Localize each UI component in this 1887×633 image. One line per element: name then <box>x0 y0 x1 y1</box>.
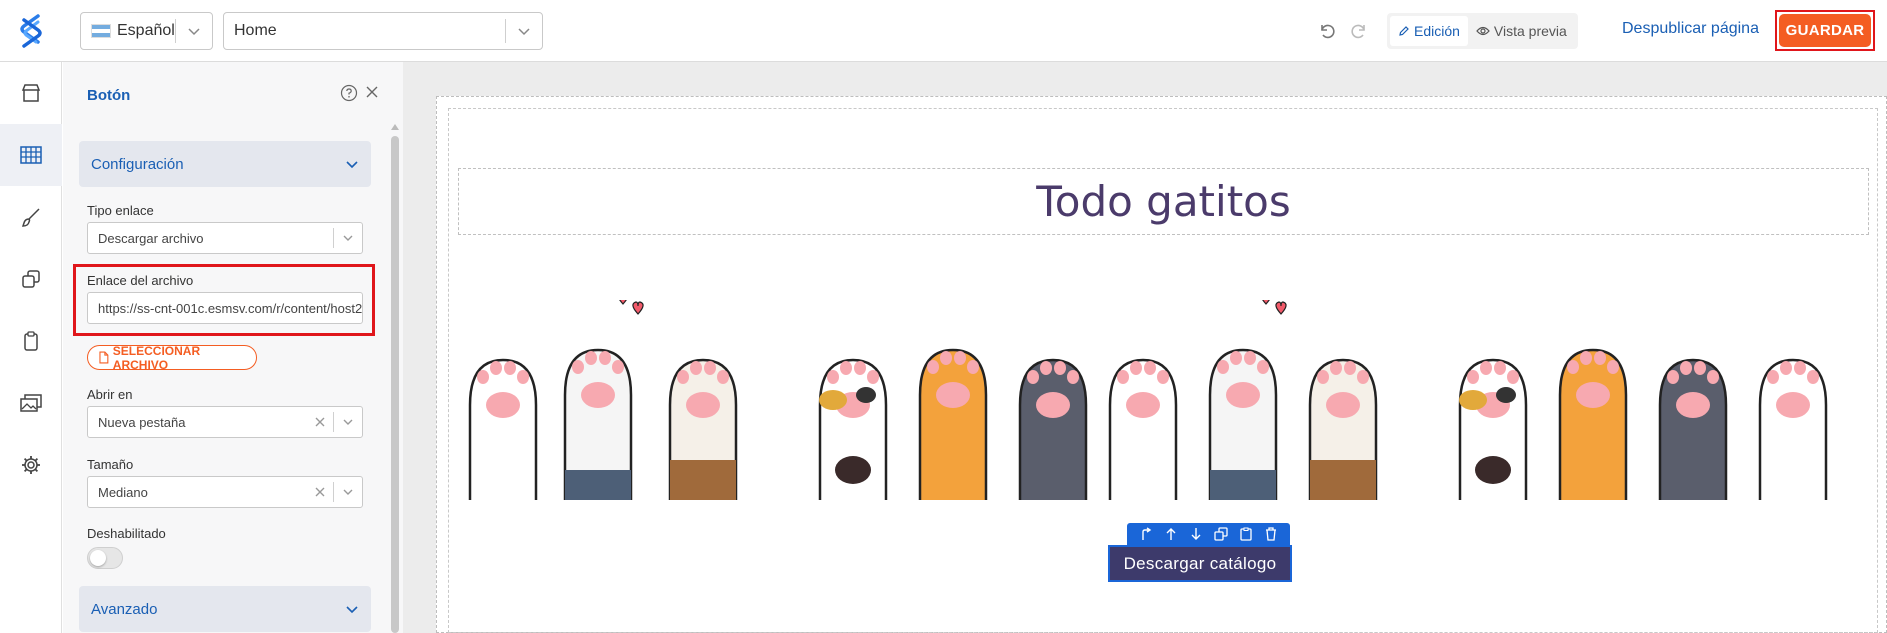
paw-group-right <box>1108 300 1378 500</box>
clipboard-icon <box>1240 527 1252 541</box>
redo-button[interactable] <box>1346 18 1372 44</box>
file-link-label: Enlace del archivo <box>87 273 194 288</box>
rail-settings[interactable] <box>0 434 62 496</box>
panel-content: Botón Configuración Tipo enlace Descarga… <box>63 62 390 633</box>
argentina-flag-icon <box>91 24 111 38</box>
advanced-section-label: Avanzado <box>91 600 158 618</box>
file-icon <box>99 351 109 364</box>
select-parent-button[interactable] <box>1137 525 1155 543</box>
chevron-down-icon <box>334 416 362 428</box>
help-icon[interactable] <box>340 84 358 102</box>
rail-grid[interactable] <box>0 124 62 186</box>
language-select[interactable]: Español <box>80 12 213 50</box>
clear-icon[interactable] <box>307 417 333 427</box>
chevron-down-icon <box>176 24 212 38</box>
panel-scrollbar[interactable] <box>391 124 399 633</box>
chevron-down-icon <box>334 486 362 498</box>
disabled-label: Deshabilitado <box>87 526 166 541</box>
chevron-down-icon <box>334 232 362 244</box>
open-in-label: Abrir en <box>87 387 133 402</box>
select-file-button[interactable]: SELECCIONAR ARCHIVO <box>87 343 257 372</box>
store-icon <box>21 84 41 102</box>
panel-title: Botón <box>87 87 131 104</box>
open-in-value: Nueva pestaña <box>98 414 186 430</box>
close-icon[interactable] <box>365 85 379 99</box>
eye-icon <box>1476 26 1490 36</box>
rail-media[interactable] <box>0 372 62 434</box>
arrow-up-icon <box>1166 528 1176 540</box>
size-select[interactable]: Mediano <box>87 476 363 508</box>
file-link-input[interactable]: https://ss-cnt-001c.esmsv.com/r/content/… <box>87 292 363 324</box>
gear-icon <box>22 456 40 474</box>
properties-panel: Botón Configuración Tipo enlace Descarga… <box>63 62 403 633</box>
arrow-down-icon <box>1191 528 1201 540</box>
left-rail <box>0 62 62 633</box>
config-section-header[interactable]: Configuración <box>79 141 371 187</box>
disabled-toggle[interactable] <box>87 547 123 569</box>
config-section-label: Configuración <box>91 155 184 173</box>
element-toolbar <box>1127 523 1290 545</box>
edit-mode-label: Edición <box>1414 23 1460 39</box>
arrow-up-corner-icon <box>1141 527 1151 540</box>
rail-clipboard[interactable] <box>0 310 62 372</box>
scroll-up-arrow-icon[interactable] <box>391 124 399 130</box>
paw-group-far-right <box>1458 348 1828 500</box>
unpublish-link[interactable]: Despublicar página <box>1622 20 1759 38</box>
download-catalog-button[interactable]: Descargar catálogo <box>1108 545 1292 582</box>
undo-button[interactable] <box>1314 18 1340 44</box>
preview-mode-label: Vista previa <box>1493 23 1567 39</box>
title-block[interactable]: Todo gatitos <box>458 168 1869 235</box>
save-button[interactable]: GUARDAR <box>1779 14 1871 47</box>
select-file-label: SELECCIONAR ARCHIVO <box>112 343 201 372</box>
language-value: Español <box>117 22 175 39</box>
heading-text: Todo gatitos <box>1036 177 1291 226</box>
app-logo-icon[interactable] <box>16 12 46 50</box>
rail-store[interactable] <box>0 62 62 124</box>
link-type-label: Tipo enlace <box>87 203 154 218</box>
duplicate-button[interactable] <box>1212 525 1230 543</box>
rail-design[interactable] <box>0 186 62 248</box>
page-select[interactable]: Home <box>223 12 543 50</box>
clipboard-button[interactable] <box>1237 525 1255 543</box>
chevron-down-icon <box>346 606 358 614</box>
rail-pages[interactable] <box>0 248 62 310</box>
move-up-button[interactable] <box>1162 525 1180 543</box>
mode-toggle: Edición Vista previa <box>1387 13 1578 49</box>
cat-paws-image[interactable] <box>458 300 1878 500</box>
paw-group-mid <box>818 348 1088 500</box>
link-type-value: Descargar archivo <box>98 230 204 246</box>
undo-icon <box>1321 24 1335 39</box>
clear-icon[interactable] <box>307 487 333 497</box>
file-link-value: https://ss-cnt-001c.esmsv.com/r/content/… <box>98 300 362 316</box>
paw-group-left <box>468 300 738 500</box>
edit-mode-button[interactable]: Edición <box>1390 16 1468 46</box>
delete-button[interactable] <box>1262 525 1280 543</box>
copy-icon <box>22 270 40 288</box>
scrollbar-thumb[interactable] <box>391 136 399 633</box>
preview-mode-button[interactable]: Vista previa <box>1468 16 1575 46</box>
pencil-icon <box>1399 26 1409 36</box>
size-value: Mediano <box>98 484 148 500</box>
size-label: Tamaño <box>87 457 134 472</box>
move-down-button[interactable] <box>1187 525 1205 543</box>
link-type-select[interactable]: Descargar archivo <box>87 222 363 254</box>
top-bar: Español Home Edición Vista previa Despub… <box>0 0 1887 62</box>
brush-icon <box>21 208 40 227</box>
advanced-section-header[interactable]: Avanzado <box>79 586 371 632</box>
copy-icon <box>1214 527 1228 541</box>
open-in-select[interactable]: Nueva pestaña <box>87 406 363 438</box>
images-icon <box>20 394 42 412</box>
grid-icon <box>20 146 42 164</box>
chevron-down-icon <box>506 24 542 38</box>
save-highlight: GUARDAR <box>1775 10 1875 51</box>
trash-icon <box>1266 527 1277 541</box>
redo-icon <box>1351 24 1365 39</box>
chevron-down-icon <box>346 161 358 169</box>
clipboard-icon <box>24 331 38 351</box>
toggle-knob <box>90 550 106 566</box>
page-value: Home <box>234 22 277 39</box>
